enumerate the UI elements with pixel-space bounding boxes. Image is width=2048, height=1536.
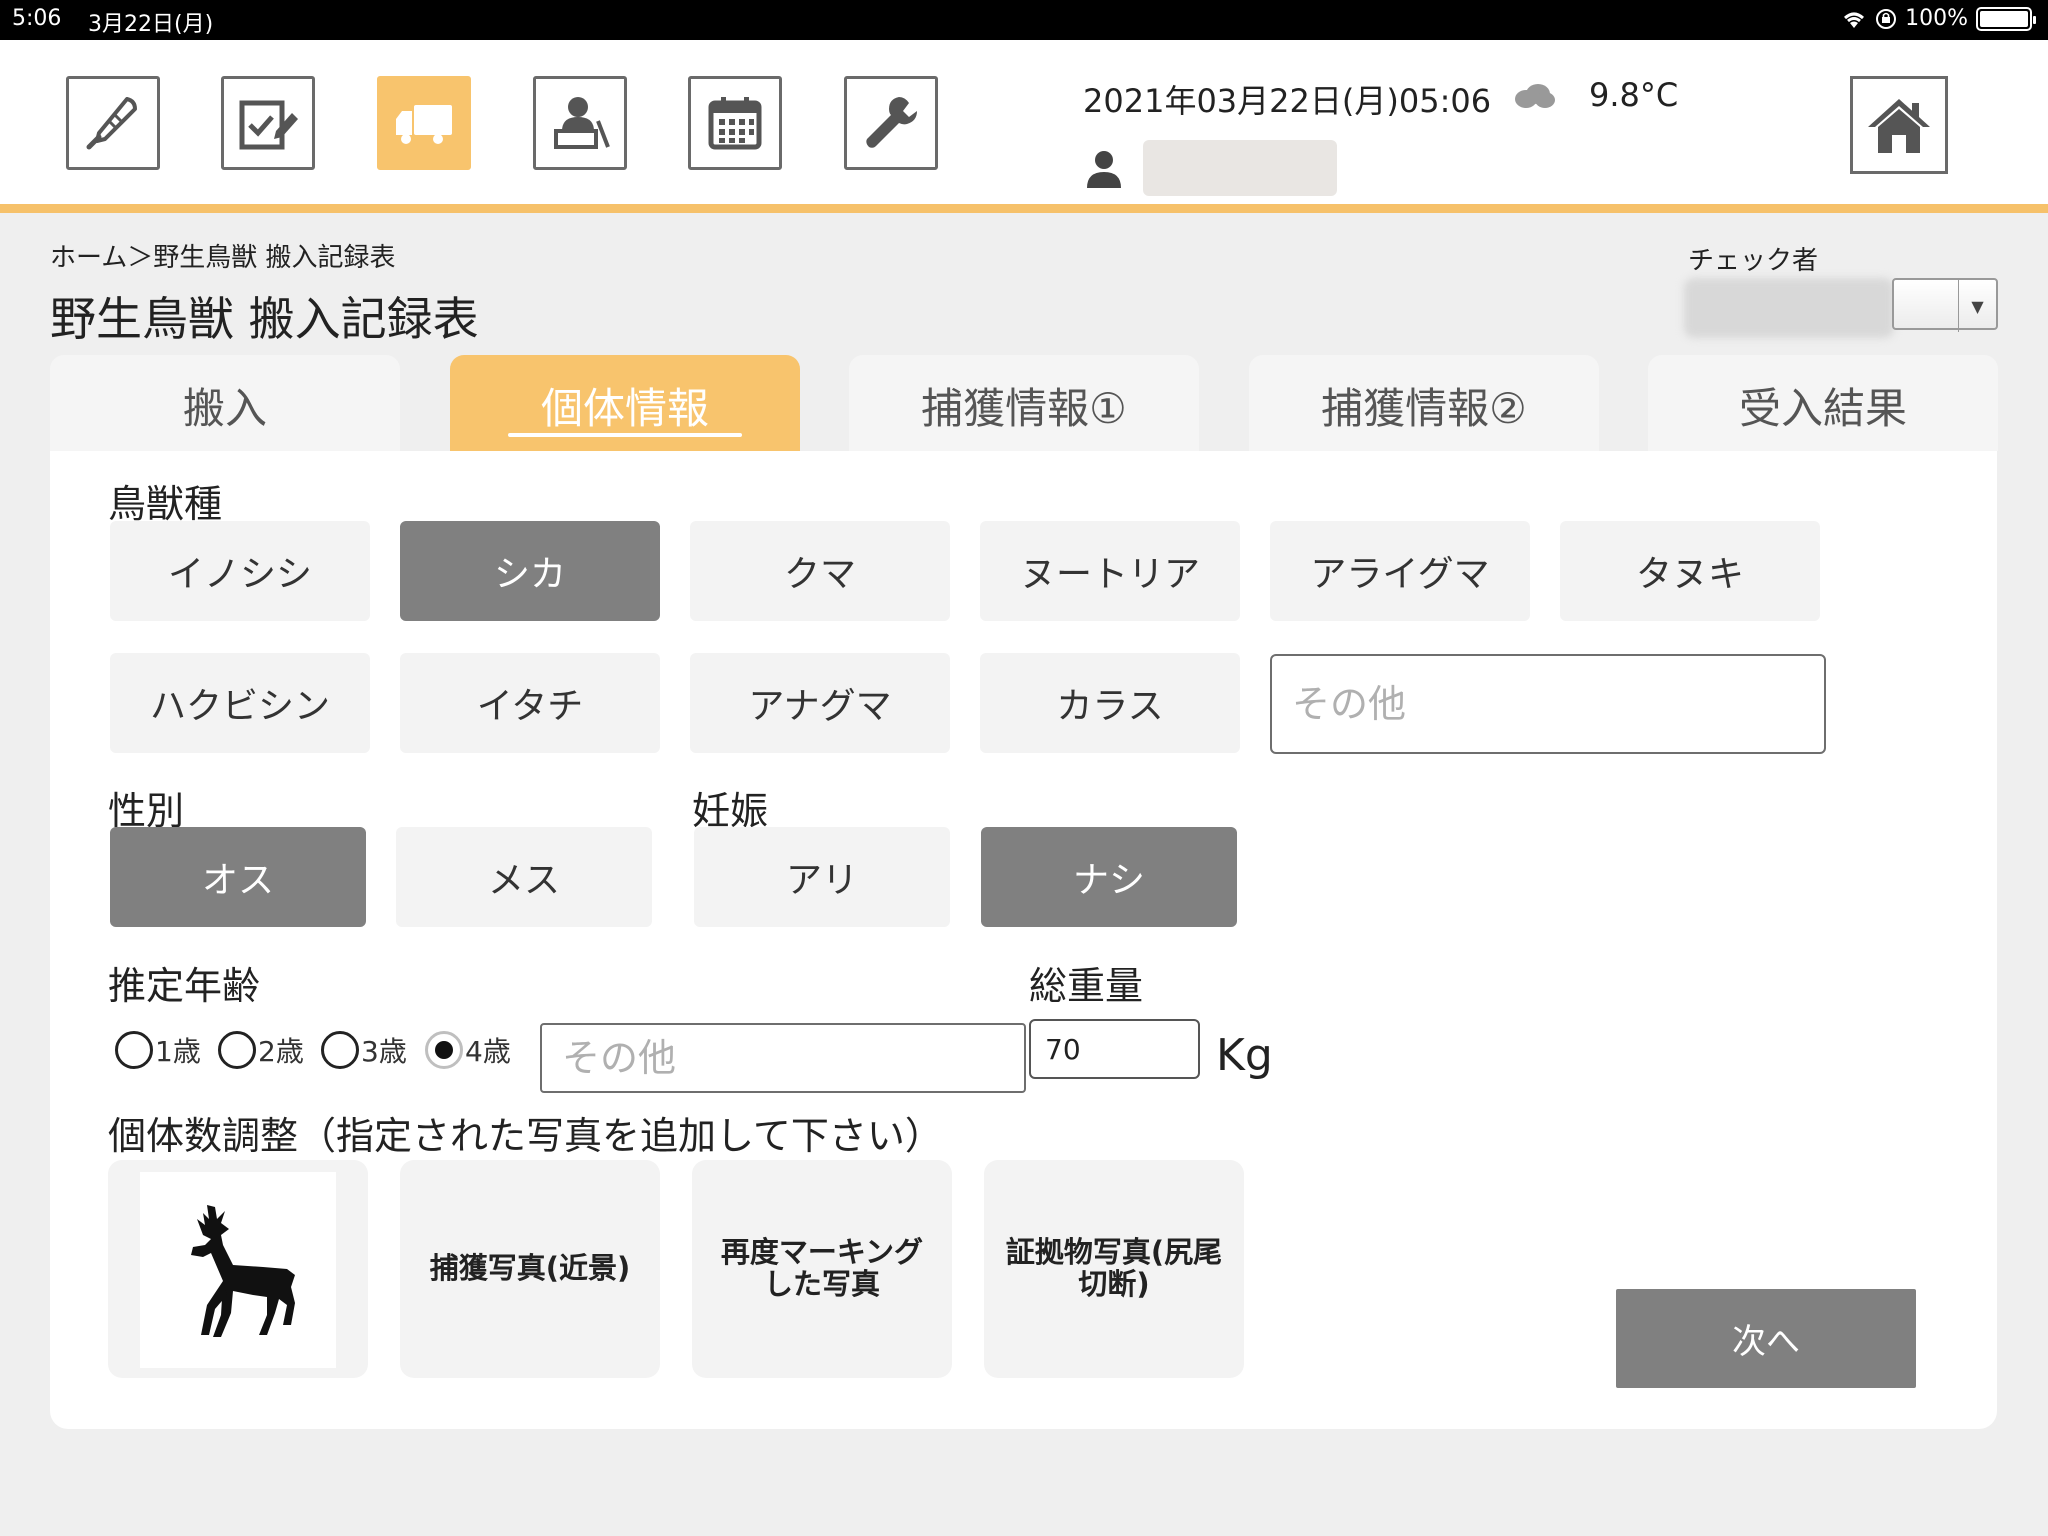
species-option-tanuki[interactable]: タヌキ <box>1560 521 1820 621</box>
checklist-icon <box>239 100 298 150</box>
worker-icon <box>554 97 610 149</box>
species-other-input[interactable] <box>1270 654 1826 754</box>
age-radio-4-label: 4歳 <box>465 1035 511 1068</box>
tab-delivery[interactable]: 搬入 <box>50 355 400 451</box>
deer-image <box>140 1172 336 1368</box>
home-button[interactable] <box>1850 76 1948 174</box>
calendar-button[interactable] <box>688 76 782 170</box>
breadcrumb[interactable]: ホーム＞野生鳥獣 搬入記録表 <box>50 237 396 274</box>
thermometer-button[interactable] <box>66 76 160 170</box>
age-other-input[interactable] <box>540 1023 1026 1093</box>
tab-individual-info-label: 個体情報 <box>540 384 709 433</box>
age-radio-2-label: 2歳 <box>258 1035 304 1068</box>
truck-icon <box>396 105 452 144</box>
count-adjust-label: 個体数調整（指定された写真を追加して下さい） <box>108 1114 943 1158</box>
thermometer-icon <box>86 97 137 150</box>
chevron-down-icon[interactable]: ▼ <box>1958 280 1996 332</box>
deer-photo-card[interactable] <box>108 1160 368 1378</box>
tab-capture-info-2[interactable]: 捕獲情報② <box>1249 355 1599 451</box>
age-radio-3-label: 3歳 <box>361 1035 407 1068</box>
species-option-boar[interactable]: イノシシ <box>110 521 370 621</box>
status-time: 5:06 <box>12 6 62 31</box>
page-title: 野生鳥獣 搬入記録表 <box>50 292 479 346</box>
age-radio-2[interactable]: 2歳 <box>218 1028 304 1072</box>
status-date: 3月22日(月) <box>88 12 214 37</box>
delivery-button[interactable] <box>377 76 471 170</box>
age-radio-1-label: 1歳 <box>155 1035 201 1068</box>
species-option-deer[interactable]: シカ <box>400 521 660 621</box>
battery-icon <box>1976 6 2036 31</box>
species-option-nutria[interactable]: ヌートリア <box>980 521 1240 621</box>
sex-option-male[interactable]: オス <box>110 827 366 927</box>
weight-unit: Kg <box>1216 1030 1273 1081</box>
wifi-icon <box>1844 12 1865 28</box>
sex-option-female[interactable]: メス <box>396 827 652 927</box>
orientation-lock-icon <box>1876 8 1897 29</box>
cloud-icon <box>1515 84 1555 108</box>
checker-label: チェック者 <box>1688 246 1819 276</box>
radio-circle-selected[interactable] <box>425 1031 463 1069</box>
battery-percent: 100% <box>1905 6 1968 31</box>
wrench-icon <box>866 97 917 148</box>
species-option-bear[interactable]: クマ <box>690 521 950 621</box>
pregnancy-option-no[interactable]: ナシ <box>981 827 1237 927</box>
radio-circle[interactable] <box>218 1031 256 1069</box>
header-temperature: 9.8°C <box>1589 76 1679 114</box>
user-name-redacted <box>1143 140 1337 196</box>
species-option-masked-civet[interactable]: ハクビシン <box>110 653 370 753</box>
checker-select-box[interactable]: ▼ <box>1892 278 1998 332</box>
species-option-badger[interactable]: アナグマ <box>690 653 950 753</box>
settings-button[interactable] <box>844 76 938 170</box>
weight-label: 総重量 <box>1029 964 1144 1008</box>
species-label: 鳥獣種 <box>108 482 223 526</box>
status-right: 100% <box>1841 6 2036 31</box>
age-label: 推定年齢 <box>108 964 261 1008</box>
tab-individual-info[interactable]: 個体情報 <box>450 355 800 451</box>
next-button[interactable]: 次へ <box>1616 1289 1916 1388</box>
tab-capture-info-1[interactable]: 捕獲情報① <box>849 355 1199 451</box>
app-header: 2021年03月22日(月)05:06 9.8°C <box>0 40 2048 204</box>
header-datetime: 2021年03月22日(月)05:06 <box>1083 82 1492 120</box>
worker-button[interactable] <box>533 76 627 170</box>
checker-name-redacted <box>1684 278 1894 338</box>
age-radio-1[interactable]: 1歳 <box>115 1028 201 1072</box>
species-option-crow[interactable]: カラス <box>980 653 1240 753</box>
species-option-weasel[interactable]: イタチ <box>400 653 660 753</box>
pregnancy-option-yes[interactable]: アリ <box>694 827 950 927</box>
deer-icon <box>191 1205 295 1337</box>
header-accent-line <box>0 204 2048 213</box>
checker-select[interactable]: ▼ <box>1684 278 2000 338</box>
evidence-photo-button[interactable]: 証拠物写真(尻尾切断) <box>984 1160 1244 1378</box>
tab-acceptance-result[interactable]: 受入結果 <box>1648 355 1998 451</box>
status-bar: 5:06 3月22日(月) 100% <box>0 0 2048 40</box>
remarked-photo-button[interactable]: 再度マーキングした写真 <box>692 1160 952 1378</box>
capture-photo-closeup-button[interactable]: 捕獲写真(近景) <box>400 1160 660 1378</box>
weight-input[interactable] <box>1029 1019 1200 1079</box>
calendar-icon <box>708 97 762 150</box>
home-icon <box>1868 99 1930 153</box>
tab-active-underline <box>508 433 742 437</box>
checklist-button[interactable] <box>221 76 315 170</box>
species-option-raccoon[interactable]: アライグマ <box>1270 521 1530 621</box>
age-radio-4[interactable]: 4歳 <box>425 1028 511 1072</box>
age-radio-3[interactable]: 3歳 <box>321 1028 407 1072</box>
radio-circle[interactable] <box>321 1031 359 1069</box>
user-icon <box>1087 151 1121 188</box>
radio-circle[interactable] <box>115 1031 153 1069</box>
